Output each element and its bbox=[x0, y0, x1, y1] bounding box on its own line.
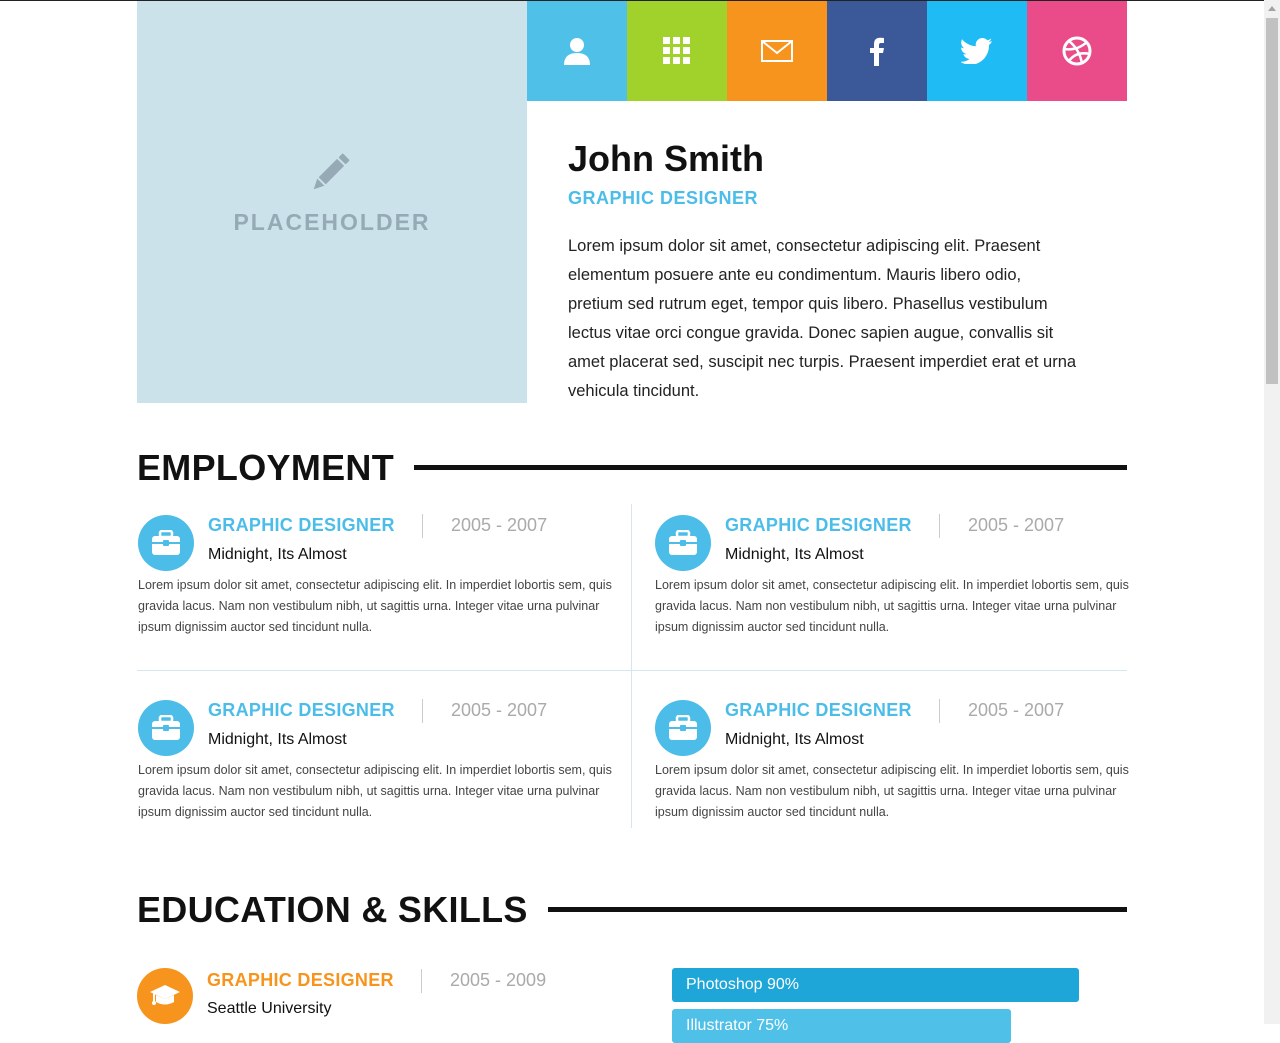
job-description: Lorem ipsum dolor sit amet, consectetur … bbox=[138, 578, 612, 634]
dribbble-tile[interactable] bbox=[1027, 1, 1127, 101]
placeholder-label: PLACEHOLDER bbox=[233, 209, 431, 235]
portfolio-tile[interactable] bbox=[627, 1, 727, 101]
user-icon bbox=[564, 38, 590, 65]
education-years: 2005 - 2009 bbox=[450, 970, 547, 990]
job-title: GRAPHIC DESIGNER bbox=[725, 515, 912, 535]
employment-entry: GRAPHIC DESIGNER 2005 - 2007 Midnight, I… bbox=[655, 686, 1130, 826]
profile-photo-placeholder: PLACEHOLDER bbox=[137, 1, 527, 403]
dribbble-icon bbox=[1062, 36, 1092, 66]
job-years: 2005 - 2007 bbox=[968, 515, 1065, 535]
job-description: Lorem ipsum dolor sit amet, consectetur … bbox=[138, 763, 612, 819]
scrollbar-thumb[interactable] bbox=[1266, 18, 1278, 384]
heading-rule bbox=[414, 464, 1127, 470]
job-title: GRAPHIC DESIGNER bbox=[208, 515, 395, 535]
twitter-icon bbox=[961, 38, 992, 64]
job-title: GRAPHIC DESIGNER bbox=[725, 700, 912, 720]
intro-paragraph: Lorem ipsum dolor sit amet, consectetur … bbox=[568, 237, 1077, 400]
education-title: EDUCATION & SKILLS bbox=[137, 889, 528, 930]
separator bbox=[939, 514, 940, 538]
education-degree: GRAPHIC DESIGNER bbox=[207, 970, 394, 990]
employment-heading: EMPLOYMENT bbox=[137, 446, 1127, 490]
employment-entry: GRAPHIC DESIGNER 2005 - 2007 Midnight, I… bbox=[138, 501, 613, 641]
vertical-scrollbar[interactable] bbox=[1264, 0, 1280, 1024]
separator bbox=[939, 699, 940, 723]
grid-icon bbox=[663, 37, 690, 64]
employment-title: EMPLOYMENT bbox=[137, 447, 395, 488]
skill-bar: Illustrator 75% bbox=[672, 1009, 1011, 1043]
twitter-tile[interactable] bbox=[927, 1, 1027, 101]
job-years: 2005 - 2007 bbox=[451, 515, 548, 535]
job-years: 2005 - 2007 bbox=[451, 700, 548, 720]
profile-tile[interactable] bbox=[527, 1, 627, 101]
grid-divider-horizontal bbox=[137, 670, 1127, 671]
job-years: 2005 - 2007 bbox=[968, 700, 1065, 720]
employment-entry: GRAPHIC DESIGNER 2005 - 2007 Midnight, I… bbox=[655, 501, 1130, 641]
separator bbox=[422, 514, 423, 538]
scroll-up-arrow-icon[interactable] bbox=[1268, 6, 1276, 11]
job-description: Lorem ipsum dolor sit amet, consectetur … bbox=[655, 763, 1129, 819]
grid-divider-vertical bbox=[631, 504, 632, 828]
person-name: John Smith bbox=[568, 138, 764, 179]
job-description: Lorem ipsum dolor sit amet, consectetur … bbox=[655, 578, 1129, 634]
separator bbox=[422, 699, 423, 723]
email-tile[interactable] bbox=[727, 1, 827, 101]
skill-bar: Photoshop 90% bbox=[672, 968, 1079, 1002]
facebook-icon bbox=[870, 37, 884, 66]
envelope-icon bbox=[761, 40, 793, 62]
employment-entry: GRAPHIC DESIGNER 2005 - 2007 Midnight, I… bbox=[138, 686, 613, 826]
job-company: Midnight, Its Almost bbox=[208, 546, 347, 563]
person-role: GRAPHIC DESIGNER bbox=[568, 188, 759, 208]
briefcase-icon bbox=[138, 515, 194, 571]
skill-label: Illustrator 75% bbox=[686, 1017, 789, 1034]
briefcase-icon bbox=[138, 700, 194, 756]
facebook-tile[interactable] bbox=[827, 1, 927, 101]
education-heading: EDUCATION & SKILLS bbox=[137, 888, 1127, 932]
skill-label: Photoshop 90% bbox=[686, 976, 799, 993]
social-links bbox=[527, 1, 1127, 101]
pencil-icon bbox=[313, 153, 350, 190]
heading-rule bbox=[547, 906, 1127, 912]
resume-page: PLACEHOLDER John Smith GRAPHIC DESIGNER … bbox=[137, 1, 1130, 1043]
job-company: Midnight, Its Almost bbox=[725, 731, 864, 748]
graduation-cap-icon bbox=[137, 968, 193, 1024]
separator bbox=[421, 969, 422, 993]
education-school: Seattle University bbox=[207, 1000, 332, 1017]
job-company: Midnight, Its Almost bbox=[725, 546, 864, 563]
job-company: Midnight, Its Almost bbox=[208, 731, 347, 748]
briefcase-icon bbox=[655, 700, 711, 756]
job-title: GRAPHIC DESIGNER bbox=[208, 700, 395, 720]
briefcase-icon bbox=[655, 515, 711, 571]
